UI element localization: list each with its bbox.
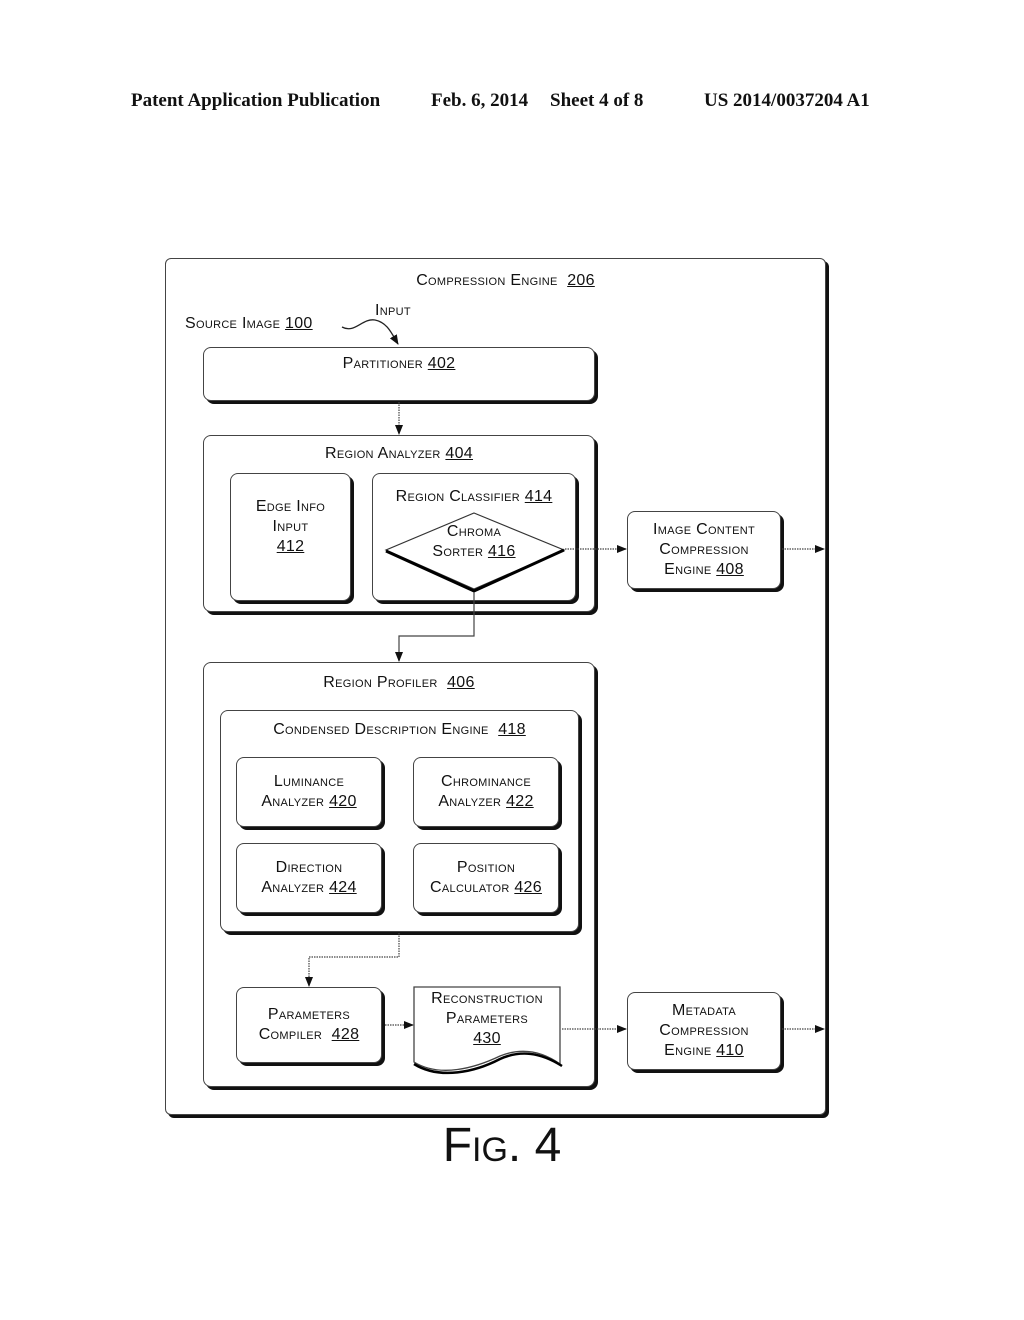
arrow-sorter-to-profiler — [395, 592, 475, 662]
chroma-sorter-line2: Sorter — [432, 543, 484, 560]
chroma-sorter-line1: Chroma — [446, 523, 502, 540]
figure-label: Fig. 4 — [442, 1119, 562, 1172]
reconstruction-parameters-text: Reconstruction Parameters 430 — [414, 989, 560, 1049]
reconstruction-line2: Parameters — [445, 1010, 529, 1027]
input-arrow — [341, 319, 399, 345]
arrow-condensed-to-compiler — [305, 933, 400, 987]
chroma-sorter-num: 416 — [487, 543, 516, 560]
chroma-sorter-text: Chroma Sorter 416 — [386, 522, 562, 562]
reconstruction-num: 430 — [473, 1030, 501, 1047]
reconstruction-line1: Reconstruction — [431, 990, 543, 1007]
